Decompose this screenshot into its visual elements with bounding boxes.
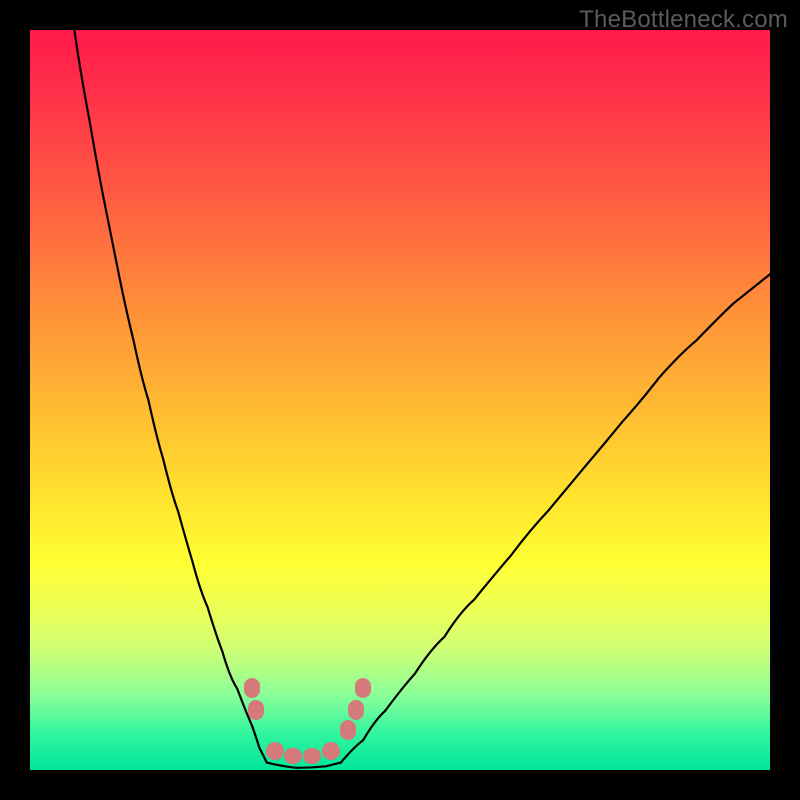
bottleneck-curve xyxy=(30,30,770,770)
curve-left-branch xyxy=(74,30,266,763)
curve-right-branch xyxy=(341,274,770,762)
floor-marker-3 xyxy=(303,748,321,764)
right-marker-mid xyxy=(348,700,364,720)
curve-valley-floor xyxy=(267,763,341,768)
watermark-text: TheBottleneck.com xyxy=(579,6,788,34)
right-marker-lower xyxy=(340,720,356,740)
chart-frame: TheBottleneck.com xyxy=(0,0,800,800)
left-marker-lower xyxy=(248,700,264,720)
floor-marker-2 xyxy=(284,748,302,764)
plot-area xyxy=(30,30,770,770)
left-marker-upper xyxy=(244,678,260,698)
floor-marker-4 xyxy=(322,742,340,760)
floor-marker-1 xyxy=(266,742,284,760)
right-marker-upper xyxy=(355,678,371,698)
